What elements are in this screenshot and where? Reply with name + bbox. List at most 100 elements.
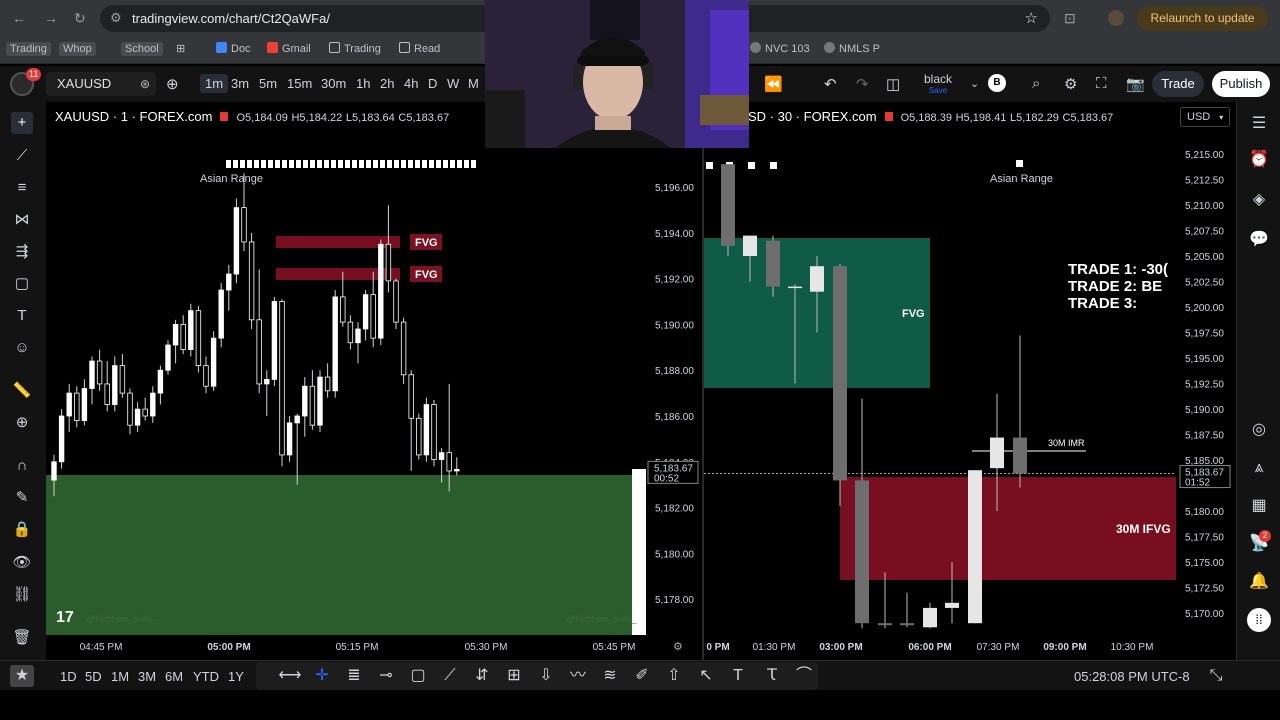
parallel-channel-icon[interactable]: ≣ — [342, 665, 366, 687]
settings-gear-icon[interactable]: ⚙ — [1064, 75, 1077, 93]
range-5d[interactable]: 5D — [85, 669, 102, 684]
magnet-icon[interactable]: ∩ — [11, 455, 33, 477]
undo-icon[interactable]: ↶ — [824, 75, 837, 93]
curve-icon[interactable]: ⌒ — [792, 665, 816, 687]
bookmark-read-folder[interactable]: Read — [399, 42, 440, 55]
chat-icon[interactable]: 💬 — [1247, 228, 1271, 252]
maximize-panel-icon[interactable]: ⤡ — [1204, 665, 1228, 687]
symbol-info-icon[interactable]: ⊛ — [140, 72, 150, 96]
shape-tool-icon[interactable]: ▢ — [11, 273, 33, 295]
tf-3m[interactable]: 3m — [231, 76, 249, 91]
tf-1h[interactable]: 1h — [356, 76, 370, 91]
calendar-icon[interactable]: ▦ — [1247, 494, 1271, 518]
tf-2h[interactable]: 2h — [380, 76, 394, 91]
range-3m[interactable]: 3M — [138, 669, 156, 684]
bookmark-school[interactable]: School — [121, 42, 163, 56]
camera-icon[interactable]: 📷 — [1126, 75, 1145, 93]
bookmark-trading-folder[interactable]: Trading — [329, 42, 381, 55]
notifications-bell-icon[interactable]: 🔔 — [1247, 570, 1271, 594]
redo-icon[interactable]: ↷ — [856, 75, 869, 93]
chart-30m-title[interactable]: SD · 30 · FOREX.com — [748, 109, 877, 124]
text-icon[interactable]: T — [726, 665, 750, 687]
trash-icon[interactable]: 🗑 — [11, 627, 33, 649]
bookmark-star-icon[interactable]: ☆ — [1025, 9, 1038, 27]
pattern-tool-icon[interactable]: ⋈ — [11, 209, 33, 231]
relaunch-button[interactable]: Relaunch to update — [1137, 6, 1268, 31]
reload-icon[interactable]: ↻ — [74, 10, 86, 27]
ruler-icon[interactable]: 📏 — [11, 380, 33, 402]
bookmark-gmail[interactable]: Gmail — [267, 42, 311, 55]
tf-d[interactable]: D — [428, 76, 437, 91]
range-ytd[interactable]: YTD — [193, 669, 219, 684]
brush-icon[interactable]: ✐ — [630, 665, 654, 687]
target-icon[interactable]: ◎ — [1247, 418, 1271, 442]
path-icon[interactable]: 〰 — [566, 665, 590, 687]
compare-symbol-icon[interactable]: ⊕ — [166, 75, 179, 93]
range-1y[interactable]: 1Y — [228, 669, 244, 684]
eye-icon[interactable]: 👁 — [11, 552, 33, 574]
tab-search-icon[interactable]: ⊡ — [1064, 10, 1076, 27]
fullscreen-icon[interactable]: ⛶ — [1096, 75, 1107, 92]
fib-icon[interactable]: ≋ — [598, 665, 622, 687]
account-badge[interactable]: B — [988, 74, 1006, 92]
crosshair-icon[interactable]: ✛ — [310, 665, 334, 687]
alerts-clock-icon[interactable]: ⏰ — [1247, 148, 1271, 172]
text-note-icon[interactable]: Ꚍ — [760, 665, 784, 687]
tf-m[interactable]: M — [468, 76, 479, 91]
trade-button[interactable]: Trade — [1152, 71, 1204, 97]
layout-name[interactable]: black Save — [918, 72, 958, 95]
bookmark-trading[interactable]: Trading — [6, 42, 51, 56]
cursor-icon[interactable]: ↖ — [694, 665, 718, 687]
stay-drawing-icon[interactable]: ✎ — [11, 487, 33, 509]
bookmark-nmls[interactable]: NMLS P — [824, 42, 880, 55]
apps-grid-icon[interactable]: ⊞ — [176, 42, 185, 55]
symbol-search[interactable]: XAUUSD ⊛ — [46, 72, 156, 96]
chart-1m[interactable]: Asian Range FVG FVG 5,196.00 5,194.00 5,192.0… — [46, 102, 702, 660]
long-position-icon[interactable]: ⇵ — [470, 665, 494, 687]
range-6m[interactable]: 6M — [165, 669, 183, 684]
horizontal-ray-icon[interactable]: ⊸ — [374, 665, 398, 687]
bookmark-nvc[interactable]: NVC 103 — [750, 42, 810, 55]
trend-line-icon[interactable]: ⟋ — [438, 665, 462, 687]
publish-button[interactable]: Publish — [1212, 71, 1270, 97]
tf-4h[interactable]: 4h — [404, 76, 418, 91]
ideas-icon[interactable]: ⩓ — [1247, 456, 1271, 480]
layers-icon[interactable]: ◈ — [1247, 188, 1271, 212]
quick-search-icon[interactable]: ⌕ — [1032, 75, 1040, 92]
range-1d[interactable]: 1D — [60, 669, 77, 684]
chart-30m-canvas[interactable]: FVG 30M IFVG Asian Range 30M IMR TRADE 1: -3… — [704, 102, 1236, 660]
date-range-icon[interactable]: ⊞ — [502, 665, 526, 687]
tf-15m[interactable]: 15m — [287, 76, 312, 91]
favorites-star-icon[interactable]: ★ — [10, 665, 34, 687]
replay-icon[interactable]: ⏪ — [764, 75, 783, 93]
horizontal-line-icon[interactable]: ⟷ — [278, 665, 302, 687]
chart-30m[interactable]: FVG 30M IFVG Asian Range 30M IMR TRADE 1: -3… — [704, 102, 1236, 660]
fib-retracement-icon[interactable]: ≡ — [11, 177, 33, 199]
products-grid-icon[interactable]: ⁞⁞ — [1247, 608, 1271, 632]
tf-30m[interactable]: 30m — [321, 76, 346, 91]
trend-line-icon[interactable]: ⟋ — [11, 145, 33, 167]
tf-1m[interactable]: 1m — [200, 74, 229, 93]
link-icon[interactable]: ⛓ — [11, 584, 33, 606]
arrow-up-icon[interactable]: ⇧ — [662, 665, 686, 687]
tf-w[interactable]: W — [447, 76, 459, 91]
profile-avatar[interactable] — [1108, 10, 1124, 26]
lock-icon[interactable]: 🔒 — [11, 519, 33, 541]
crosshair-icon[interactable]: + — [11, 112, 33, 134]
chart-1m-canvas[interactable]: Asian Range FVG FVG 5,196.00 5,194.00 5,192.0… — [46, 102, 702, 660]
text-tool-icon[interactable]: T — [11, 305, 33, 327]
zoom-in-icon[interactable]: ⊕ — [11, 412, 33, 434]
forecast-tool-icon[interactable]: ⇶ — [11, 241, 33, 263]
emoji-icon[interactable]: ☺ — [11, 337, 33, 359]
range-1m[interactable]: 1M — [111, 669, 129, 684]
rectangle-icon[interactable]: ▢ — [406, 665, 430, 687]
bookmark-whop[interactable]: Whop — [59, 42, 96, 56]
forward-icon[interactable]: → — [44, 10, 58, 26]
chart-1m-title[interactable]: XAUUSD · 1 · FOREX.com — [55, 109, 212, 124]
arrow-down-icon[interactable]: ⇩ — [534, 665, 558, 687]
layout-icon[interactable]: ◫ — [886, 75, 900, 93]
bookmark-doc[interactable]: Doc — [216, 42, 251, 55]
clock[interactable]: 05:28:08 PM UTC-8 — [1074, 669, 1190, 684]
chevron-down-icon[interactable]: ⌄ — [970, 77, 979, 90]
currency-select[interactable]: USD ▾ — [1180, 107, 1230, 127]
